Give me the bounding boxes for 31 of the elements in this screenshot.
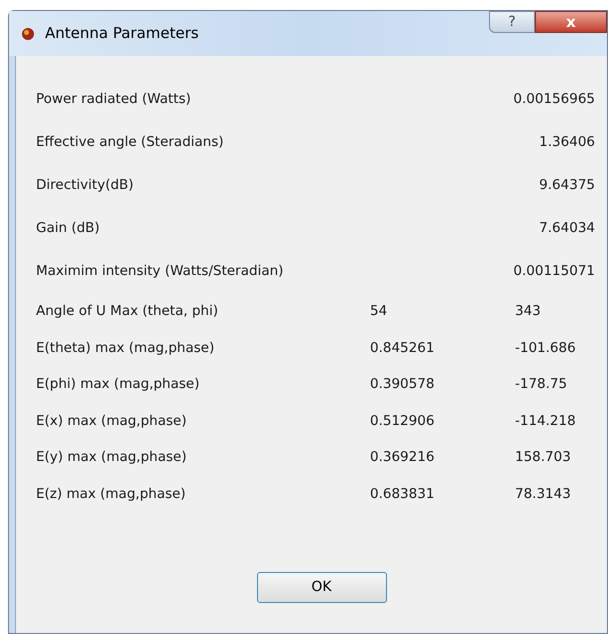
parameter-value: 0.683831 xyxy=(370,484,436,504)
parameter-label: E(x) max (mag,phase) xyxy=(36,412,187,431)
parameter-label: Directivity(dB) xyxy=(36,176,134,196)
parameter-value: 0.512906 xyxy=(370,412,436,431)
parameter-label: Angle of U Max (theta, phi) xyxy=(36,302,218,322)
parameter-value: 343 xyxy=(515,302,542,322)
parameter-value: 0.369216 xyxy=(370,448,436,468)
parameter-value: -101.686 xyxy=(515,338,577,358)
parameter-value: 7.64034 xyxy=(539,219,595,238)
parameter-value: 78.3143 xyxy=(515,484,572,504)
parameter-value: 0.00115071 xyxy=(513,262,595,282)
parameter-value: 0.390578 xyxy=(370,375,436,394)
window-title: Antenna Parameters xyxy=(45,23,199,44)
parameter-value: 0.00156965 xyxy=(513,90,595,110)
parameter-label: E(y) max (mag,phase) xyxy=(36,448,187,468)
parameter-value: -178.75 xyxy=(515,375,568,394)
parameter-label: Power radiated (Watts) xyxy=(36,90,191,110)
parameter-value: 0.845261 xyxy=(370,338,436,358)
parameter-label: Gain (dB) xyxy=(36,219,100,238)
parameter-value: 158.703 xyxy=(515,448,572,468)
parameter-value: -114.218 xyxy=(515,412,577,431)
parameter-label: Effective angle (Steradians) xyxy=(36,133,224,152)
help-button[interactable]: ? xyxy=(489,11,535,33)
parameter-value: 1.36406 xyxy=(539,133,595,152)
parameter-label: E(phi) max (mag,phase) xyxy=(36,375,200,394)
parameter-value: 9.64375 xyxy=(539,176,595,196)
parameter-label: E(z) max (mag,phase) xyxy=(36,484,186,504)
parameter-label: E(theta) max (mag,phase) xyxy=(36,338,214,358)
ok-button[interactable]: OK xyxy=(256,572,386,603)
parameter-label: Maximim intensity (Watts/Steradian) xyxy=(36,262,284,282)
parameter-value: 54 xyxy=(370,302,388,322)
